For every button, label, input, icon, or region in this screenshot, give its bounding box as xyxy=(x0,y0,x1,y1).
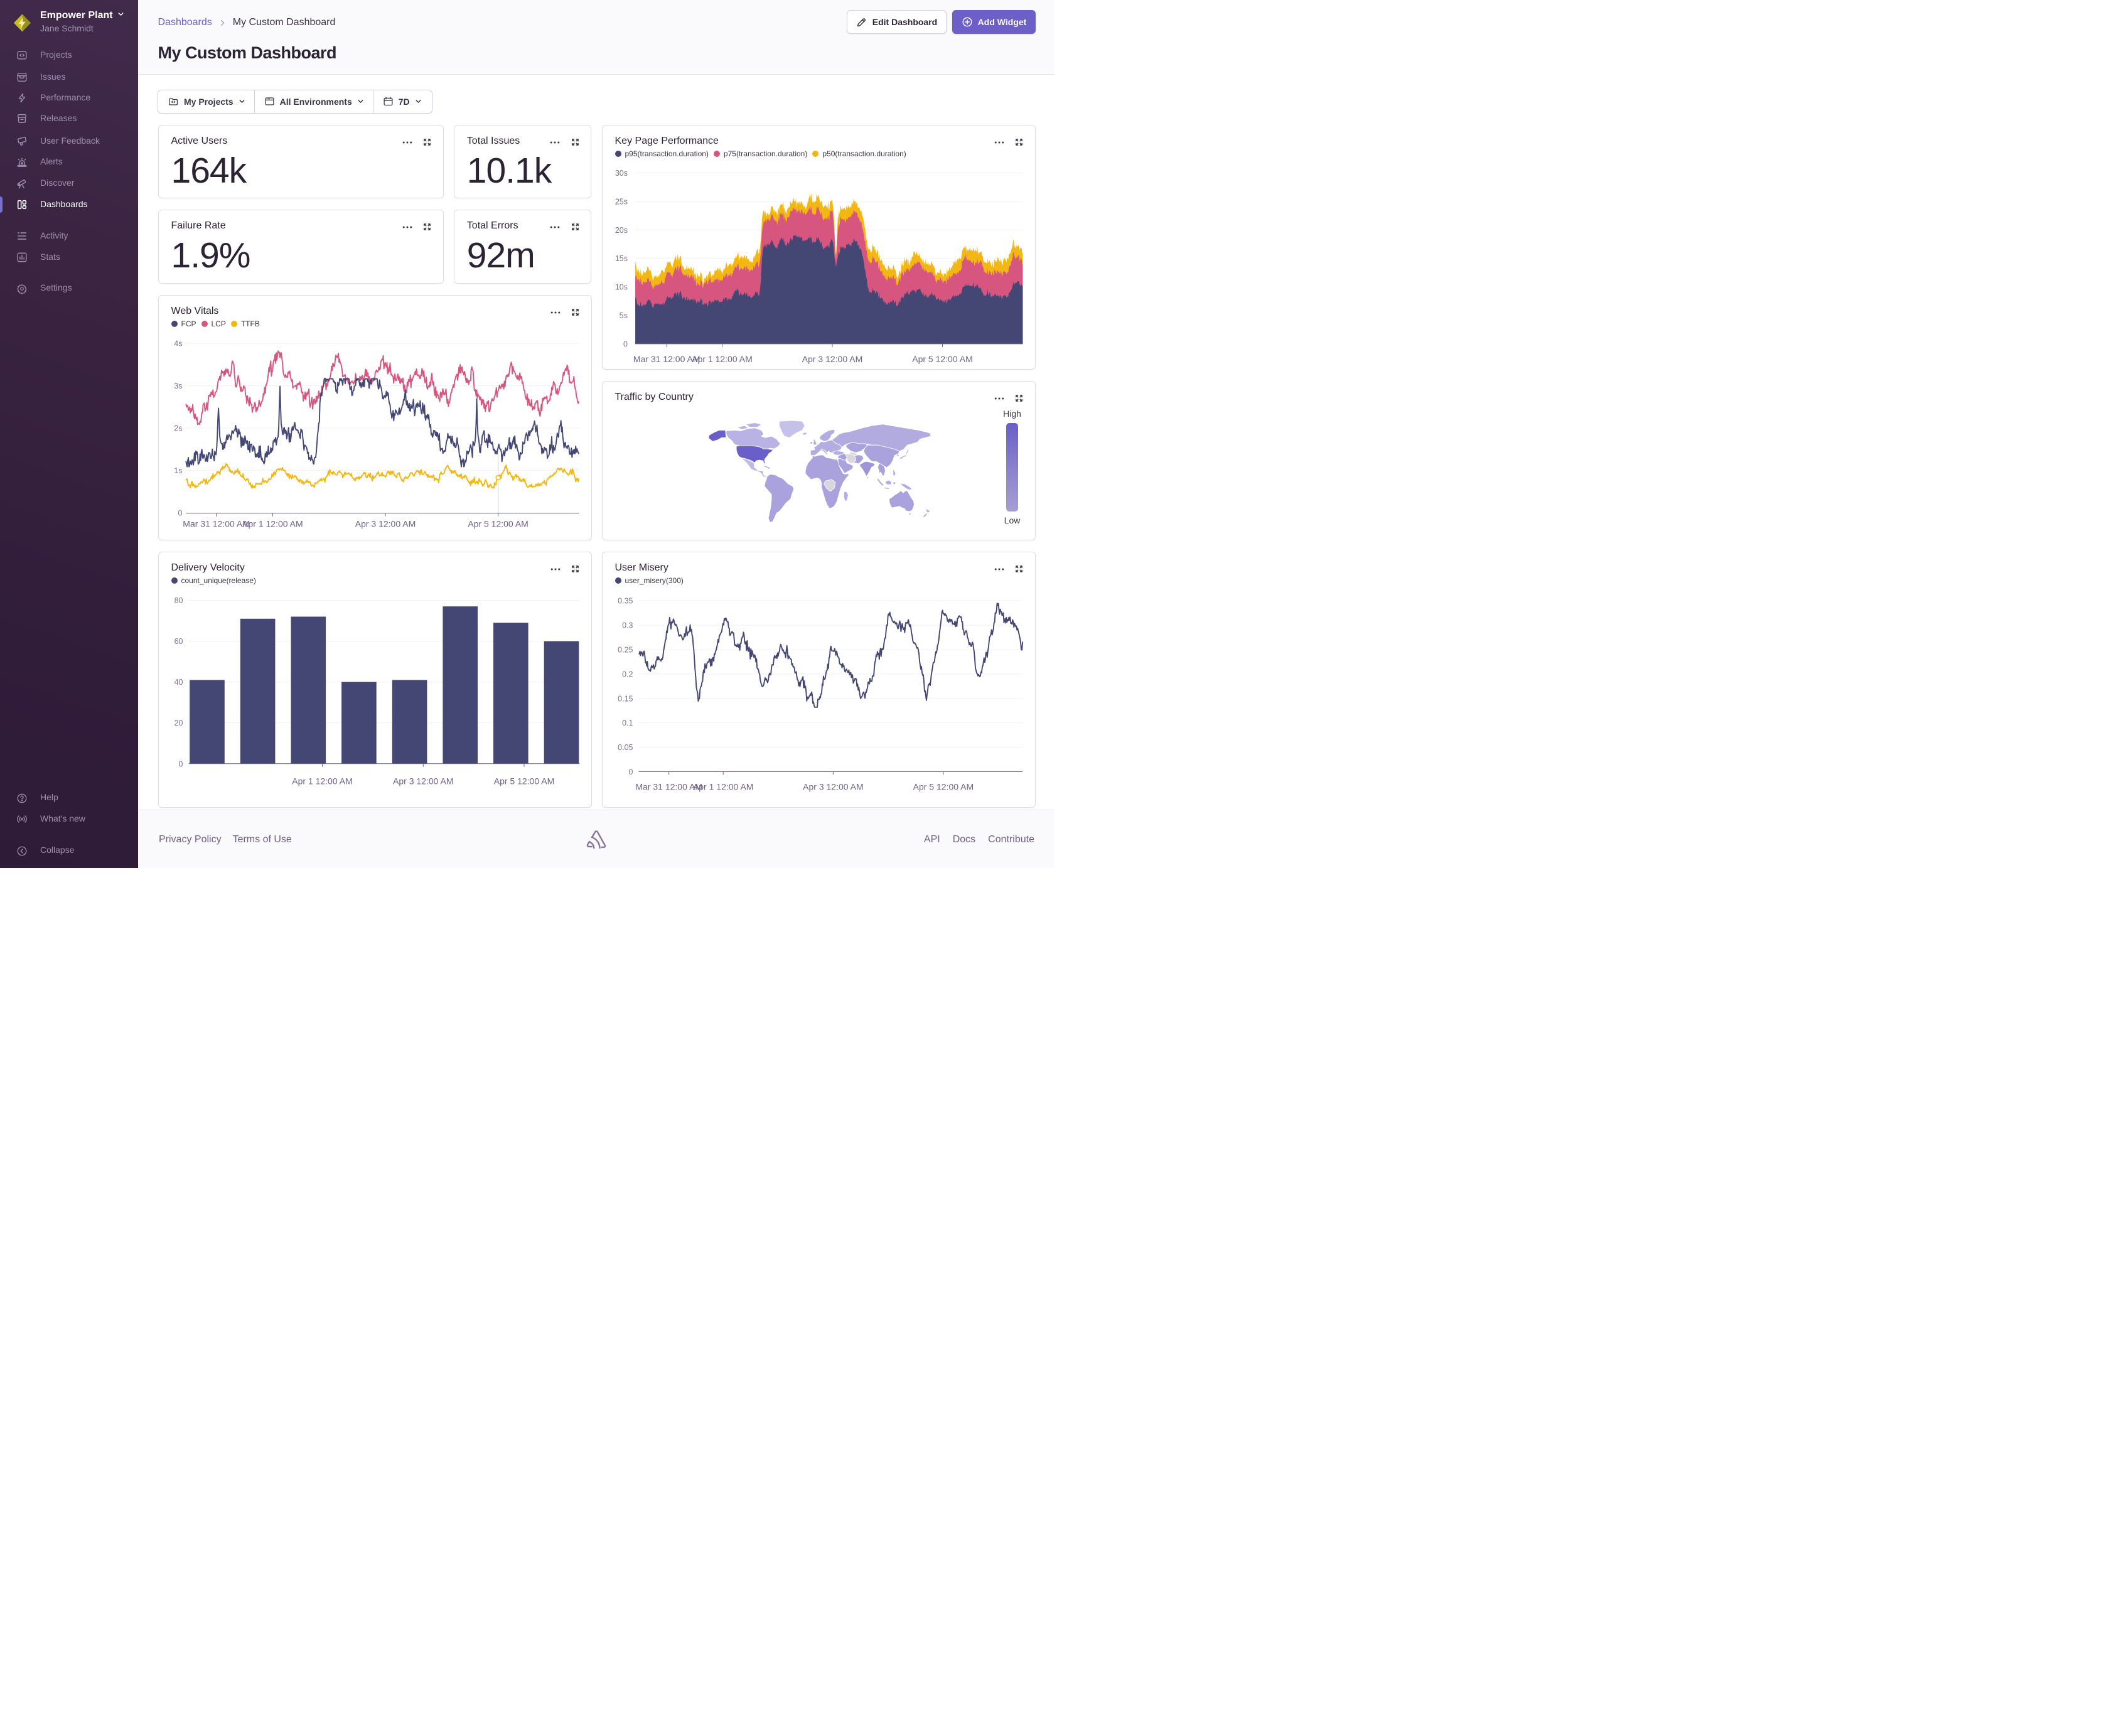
svg-text:0.3: 0.3 xyxy=(622,621,633,630)
svg-text:30s: 30s xyxy=(614,169,627,178)
svg-text:0: 0 xyxy=(178,759,183,768)
svg-text:Apr 5 12:00 AM: Apr 5 12:00 AM xyxy=(913,781,974,791)
svg-text:0: 0 xyxy=(178,508,182,517)
svg-text:Apr 3 12:00 AM: Apr 3 12:00 AM xyxy=(393,776,454,786)
svg-text:80: 80 xyxy=(174,596,183,605)
svg-text:0.1: 0.1 xyxy=(622,719,633,727)
svg-text:Apr 3 12:00 AM: Apr 3 12:00 AM xyxy=(802,354,862,364)
svg-text:Apr 1 12:00 AM: Apr 1 12:00 AM xyxy=(692,354,753,364)
svg-text:20: 20 xyxy=(174,719,183,727)
svg-text:Apr 5 12:00 AM: Apr 5 12:00 AM xyxy=(468,519,529,529)
svg-text:0: 0 xyxy=(623,340,628,348)
svg-text:10s: 10s xyxy=(614,282,627,291)
svg-text:20s: 20s xyxy=(614,225,627,234)
svg-text:0.35: 0.35 xyxy=(618,596,633,605)
svg-text:Apr 1 12:00 AM: Apr 1 12:00 AM xyxy=(242,519,303,529)
svg-text:Mar 31 12:00 AM: Mar 31 12:00 AM xyxy=(183,519,250,529)
svg-text:Apr 3 12:00 AM: Apr 3 12:00 AM xyxy=(355,519,416,529)
svg-text:Apr 1 12:00 AM: Apr 1 12:00 AM xyxy=(692,781,753,791)
svg-text:0.15: 0.15 xyxy=(618,694,633,703)
svg-text:3s: 3s xyxy=(174,382,182,390)
svg-text:1s: 1s xyxy=(174,466,182,475)
svg-text:15s: 15s xyxy=(614,254,627,263)
svg-text:5s: 5s xyxy=(619,311,627,320)
svg-text:0.25: 0.25 xyxy=(618,645,633,654)
svg-text:Apr 5 12:00 AM: Apr 5 12:00 AM xyxy=(493,776,554,786)
svg-text:Apr 1 12:00 AM: Apr 1 12:00 AM xyxy=(292,776,353,786)
svg-text:Apr 5 12:00 AM: Apr 5 12:00 AM xyxy=(912,354,973,364)
svg-text:60: 60 xyxy=(174,637,183,646)
svg-text:4s: 4s xyxy=(174,340,182,348)
svg-text:Apr 3 12:00 AM: Apr 3 12:00 AM xyxy=(803,781,864,791)
svg-text:25s: 25s xyxy=(614,197,627,206)
svg-text:0: 0 xyxy=(628,768,633,776)
svg-text:0.05: 0.05 xyxy=(618,743,633,752)
svg-text:Mar 31 12:00 AM: Mar 31 12:00 AM xyxy=(633,354,700,364)
svg-text:0.2: 0.2 xyxy=(622,670,633,678)
svg-text:40: 40 xyxy=(174,678,183,687)
svg-text:2s: 2s xyxy=(174,424,182,433)
